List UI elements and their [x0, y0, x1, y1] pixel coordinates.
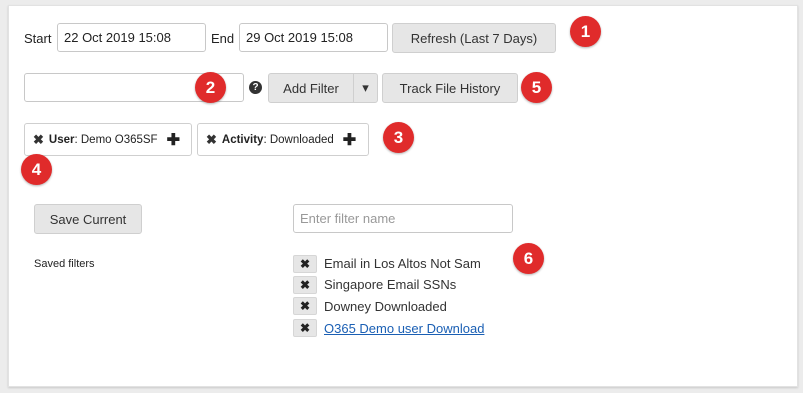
saved-filter-name[interactable]: Downey Downloaded: [324, 299, 447, 314]
filter-chip-value: : Demo O365SF: [74, 133, 158, 146]
start-label: Start: [24, 31, 52, 46]
callout-3: 3: [383, 122, 414, 153]
close-icon[interactable]: ✖: [293, 297, 317, 315]
filter-chip-value: : Downloaded: [263, 133, 334, 146]
end-label: End: [211, 31, 235, 46]
saved-filters-label: Saved filters: [34, 258, 95, 270]
end-date-input[interactable]: [239, 23, 388, 52]
filter-name-input[interactable]: [293, 204, 513, 233]
filter-chip-key: User: [48, 133, 75, 146]
close-icon[interactable]: ✖: [293, 276, 317, 294]
close-icon[interactable]: ✖: [206, 132, 217, 148]
start-date-input[interactable]: [57, 23, 206, 52]
filter-chip-activity: ✖ Activity: Downloaded ✚: [197, 123, 369, 156]
plus-icon[interactable]: ✚: [167, 130, 180, 150]
save-current-button[interactable]: Save Current: [34, 204, 142, 234]
callout-2: 2: [195, 72, 226, 103]
filter-chip-user: ✖ User: Demo O365SF ✚: [24, 123, 192, 156]
plus-icon[interactable]: ✚: [343, 130, 356, 150]
callout-6: 6: [513, 243, 544, 274]
callout-1: 1: [570, 16, 601, 47]
callout-5: 5: [521, 72, 552, 103]
close-icon[interactable]: ✖: [33, 132, 44, 148]
help-icon[interactable]: ?: [249, 81, 262, 94]
close-icon[interactable]: ✖: [293, 319, 317, 337]
refresh-button[interactable]: Refresh (Last 7 Days): [392, 23, 556, 53]
saved-filter-link[interactable]: O365 Demo user Download: [324, 321, 484, 336]
add-filter-button[interactable]: Add Filter: [268, 73, 354, 103]
saved-filter-name[interactable]: Singapore Email SSNs: [324, 277, 456, 292]
caret-down-icon[interactable]: ▾: [353, 73, 378, 103]
filter-chip-key: Activity: [221, 133, 264, 146]
callout-4: 4: [21, 154, 52, 185]
track-file-history-button[interactable]: Track File History: [382, 73, 518, 103]
saved-filter-name[interactable]: Email in Los Altos Not Sam: [324, 256, 481, 271]
close-icon[interactable]: ✖: [293, 255, 317, 273]
